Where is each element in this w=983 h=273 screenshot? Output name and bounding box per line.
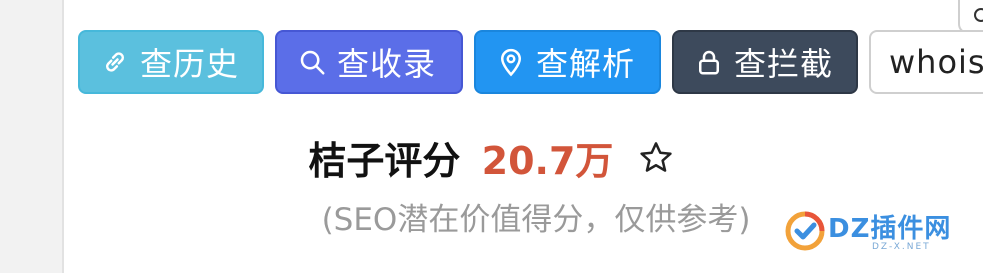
watermark: DZ插件网 DZ-X.NET xyxy=(780,208,980,258)
corner-button[interactable] xyxy=(958,0,983,34)
check-history-label: 查历史 xyxy=(140,45,240,83)
location-pin-icon xyxy=(500,48,522,77)
score-label: 桔子评分 xyxy=(308,139,461,183)
whois-button[interactable]: whois xyxy=(869,30,983,94)
score-line: 桔子评分 20.7万 xyxy=(0,130,983,186)
check-block-label: 查拦截 xyxy=(734,45,834,83)
check-dns-button[interactable]: 查解析 xyxy=(474,30,661,94)
whois-label: whois xyxy=(889,43,983,81)
dz-logo-icon xyxy=(785,211,825,251)
watermark-title: DZ插件网 xyxy=(828,214,952,244)
check-index-button[interactable]: 查收录 xyxy=(275,30,463,94)
check-dns-label: 查解析 xyxy=(536,45,636,83)
check-history-button[interactable]: 查历史 xyxy=(78,30,264,94)
check-index-label: 查收录 xyxy=(337,45,437,83)
watermark-subtitle: DZ-X.NET xyxy=(872,242,931,252)
star-outline-icon[interactable] xyxy=(637,139,675,186)
check-block-button[interactable]: 查拦截 xyxy=(672,30,858,94)
score-value: 20.7万 xyxy=(481,139,614,183)
search-icon xyxy=(974,8,983,22)
lock-icon xyxy=(699,50,719,75)
link-icon xyxy=(106,52,124,72)
search-icon xyxy=(300,50,325,75)
